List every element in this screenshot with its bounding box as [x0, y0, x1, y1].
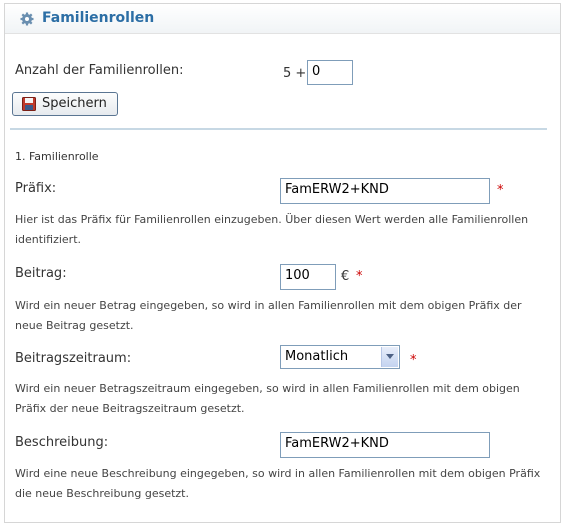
beschreibung-label: Beschreibung: — [15, 435, 109, 450]
zeitraum-help-text: Wird ein neuer Betragszeitraum eingegebe… — [15, 382, 520, 415]
gear-icon — [20, 12, 34, 26]
zeitraum-select[interactable]: Monatlich — [280, 345, 400, 369]
beitrag-help-text: Wird ein neuer Betrag eingegeben, so wir… — [15, 299, 522, 332]
praefix-label: Präfix: — [15, 181, 57, 196]
count-label: Anzahl der Familienrollen: — [15, 63, 184, 78]
zeitraum-selected-value: Monatlich — [285, 349, 349, 364]
divider — [10, 128, 547, 130]
save-button-label: Speichern — [42, 96, 107, 111]
praefix-required-marker: * — [497, 183, 504, 198]
zeitraum-required-marker: * — [410, 353, 417, 368]
page-title: Familienrollen — [42, 10, 155, 26]
praefix-help-text: Hier ist das Präfix für Familienrollen e… — [15, 213, 529, 246]
count-input[interactable]: 0 — [307, 60, 353, 85]
beschreibung-help-text: Wird eine neue Beschreibung eingegeben, … — [15, 467, 541, 500]
zeitraum-label: Beitragszeitraum: — [15, 351, 132, 366]
beitrag-input[interactable]: 100 — [280, 264, 336, 290]
beschreibung-input[interactable]: FamERW2+KND — [280, 432, 490, 458]
save-button[interactable]: Speichern — [12, 92, 118, 116]
beitrag-label: Beitrag: — [15, 266, 67, 281]
floppy-disk-icon — [22, 97, 36, 111]
beitrag-required-marker: * — [356, 269, 363, 284]
panel-header: Familienrollen — [5, 4, 560, 34]
chevron-down-icon[interactable] — [381, 347, 398, 367]
count-prefix: 5 + — [283, 66, 307, 81]
currency-symbol: € — [341, 269, 350, 284]
section-title: 1. Familienrolle — [15, 150, 99, 163]
praefix-input[interactable]: FamERW2+KND — [280, 178, 490, 204]
